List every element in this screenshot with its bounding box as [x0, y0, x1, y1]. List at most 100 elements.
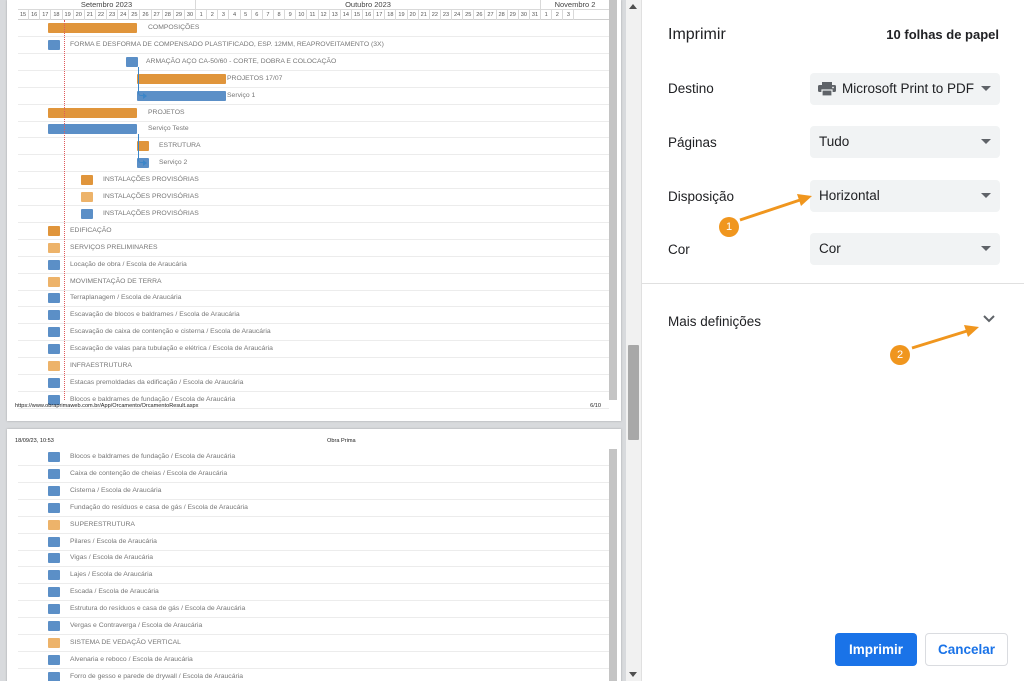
gantt-row: Forro de gesso e parede de drywall / Esc…	[18, 669, 609, 681]
gantt-task-label: EDIFICAÇÃO	[70, 226, 112, 234]
gantt-row: Cisterna / Escola de Araucária	[18, 483, 609, 500]
gantt-task-bar[interactable]	[81, 192, 93, 202]
gantt-task-label: Pilares / Escola de Araucária	[70, 537, 157, 545]
gantt-day-label: 20	[408, 10, 419, 20]
gantt-chart: Setembro 2023 Outubro 2023 Novembro 2 15…	[18, 0, 617, 409]
gantt-day-label: 30	[519, 10, 530, 20]
pages-select[interactable]: Tudo	[810, 126, 1000, 158]
gantt-day-label: 18	[385, 10, 397, 20]
gantt-task-bar[interactable]	[48, 344, 60, 355]
gantt-day-label: 14	[341, 10, 352, 20]
gantt-day-label: 25	[129, 10, 141, 20]
gantt-task-bar[interactable]	[48, 536, 60, 547]
gantt-task-bar[interactable]	[48, 570, 60, 581]
chevron-down-icon[interactable]	[982, 314, 996, 324]
gantt-task-bar[interactable]	[48, 502, 60, 513]
gantt-task-bar[interactable]	[48, 637, 60, 648]
gantt-task-bar[interactable]	[48, 124, 137, 135]
gantt-task-bar[interactable]	[81, 175, 93, 186]
gantt-task-bar[interactable]	[48, 377, 60, 388]
gantt-task-bar[interactable]	[48, 621, 60, 631]
chevron-down-icon	[981, 139, 991, 144]
gantt-row: Vigas / Escola de Araucária	[18, 550, 609, 568]
page-header-title: Obra Prima	[327, 438, 356, 444]
gantt-task-bar[interactable]	[137, 73, 226, 84]
scroll-up-icon[interactable]	[629, 4, 637, 9]
gantt-task-bar[interactable]	[48, 654, 60, 665]
gantt-task-label: Locação de obra / Escola de Araucária	[70, 260, 187, 268]
gantt-task-label: Serviço Teste	[148, 125, 189, 133]
gantt-task-bar[interactable]	[48, 23, 137, 33]
gantt-day-label: 3	[563, 10, 575, 20]
gantt-row: INFRAESTRUTURA	[18, 358, 609, 375]
gantt-task-label: COMPOSIÇÕES	[148, 24, 200, 31]
gantt-day-label: 8	[274, 10, 286, 20]
gantt-task-bar[interactable]	[48, 468, 60, 479]
arrow-right-icon	[143, 92, 147, 99]
scroll-down-icon[interactable]	[629, 672, 637, 677]
gantt-task-bar[interactable]	[48, 452, 60, 462]
gantt-day-label: 21	[85, 10, 96, 20]
gantt-task-bar[interactable]	[48, 519, 60, 530]
layout-select[interactable]: Horizontal	[810, 180, 1000, 212]
page-footer-number: 6/10	[590, 403, 601, 409]
gantt-task-bar[interactable]	[81, 208, 93, 219]
gantt-task-bar[interactable]	[48, 310, 60, 321]
gantt-row: Lajes / Escola de Araucária	[18, 567, 609, 585]
gantt-task-label: SERVIÇOS PRELIMINARES	[70, 243, 158, 251]
gantt-day-label: 1	[541, 10, 553, 20]
gantt-task-label: INFRAESTRUTURA	[70, 362, 132, 369]
gantt-row: Escada / Escola de Araucária	[18, 584, 609, 602]
gantt-row: Escavação de valas para tubulação e elét…	[18, 341, 609, 359]
scrollbar-thumb[interactable]	[628, 345, 639, 440]
gantt-day-label: 9	[285, 10, 297, 20]
gantt-dependency-connector	[138, 66, 144, 96]
gantt-scrollbar	[609, 0, 617, 400]
color-select[interactable]: Cor	[810, 233, 1000, 265]
gantt-task-bar[interactable]	[137, 90, 226, 101]
gantt-task-bar[interactable]	[48, 587, 60, 598]
chevron-down-icon	[981, 246, 991, 251]
gantt-scrollbar	[609, 449, 617, 681]
gantt-row: Blocos e baldrames de fundação / Escola …	[18, 449, 609, 466]
destination-select[interactable]: Microsoft Print to PDF	[810, 73, 1000, 105]
more-settings-toggle[interactable]: Mais definições	[668, 314, 761, 329]
cancel-button[interactable]: Cancelar	[925, 633, 1008, 666]
gantt-task-bar[interactable]	[48, 107, 137, 118]
gantt-task-bar[interactable]	[48, 276, 60, 287]
gantt-task-bar[interactable]	[48, 361, 60, 371]
gantt-day-label: 27	[485, 10, 497, 20]
gantt-task-label: SUPERESTRUTURA	[70, 520, 135, 528]
gantt-row: Escavação de caixa de contenção e cister…	[18, 324, 609, 342]
gantt-task-label: INSTALAÇÕES PROVISÓRIAS	[103, 193, 199, 200]
gantt-task-bar[interactable]	[48, 604, 60, 615]
gantt-day-label: 3	[218, 10, 230, 20]
gantt-task-bar[interactable]	[48, 259, 60, 270]
gantt-task-bar[interactable]	[48, 242, 60, 253]
gantt-row: ARMAÇÃO AÇO CA-50/60 - CORTE, DOBRA E CO…	[18, 54, 609, 71]
gantt-task-bar[interactable]	[48, 293, 60, 304]
gantt-task-label: Lajes / Escola de Araucária	[70, 571, 153, 579]
gantt-task-bar[interactable]	[48, 553, 60, 564]
section-divider	[642, 283, 1024, 284]
gantt-task-bar[interactable]	[48, 39, 60, 50]
gantt-row: Alvenaria e reboco / Escola de Araucária	[18, 652, 609, 669]
print-button[interactable]: Imprimir	[835, 633, 917, 666]
gantt-task-bar[interactable]	[48, 225, 60, 236]
print-dialog-title: Imprimir	[668, 26, 726, 43]
gantt-task-label: Estrutura do resíduos e casa de gás / Es…	[70, 605, 246, 613]
gantt-task-bar[interactable]	[126, 56, 138, 67]
gantt-task-bar[interactable]	[48, 485, 60, 496]
pages-label: Páginas	[668, 135, 717, 150]
preview-page: 18/09/23, 10:53 Obra Prima Blocos e bald…	[7, 429, 621, 681]
gantt-task-label: Cisterna / Escola de Araucária	[70, 486, 162, 494]
gantt-row: PROJETOS	[18, 105, 609, 122]
preview-scrollbar[interactable]	[626, 0, 641, 681]
gantt-task-label: ESTRUTURA	[159, 142, 201, 150]
gantt-task-bar[interactable]	[48, 327, 60, 338]
gantt-task-bar[interactable]	[48, 671, 60, 681]
gantt-day-label: 19	[396, 10, 408, 20]
chevron-down-icon	[981, 86, 991, 91]
preview-page: Setembro 2023 Outubro 2023 Novembro 2 15…	[7, 0, 621, 421]
gantt-day-label: 31	[530, 10, 542, 20]
